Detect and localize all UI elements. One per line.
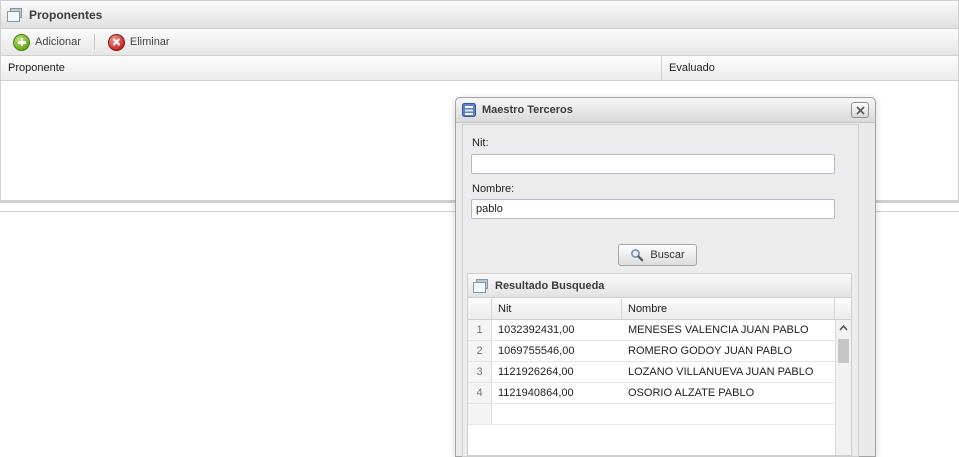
chevron-up-icon bbox=[839, 325, 848, 331]
cell-nombre: LOZANO VILLANUEVA JUAN PABLO bbox=[622, 362, 851, 382]
column-header-nit[interactable]: Nit bbox=[492, 298, 622, 319]
dialog-title: Maestro Terceros bbox=[482, 104, 845, 116]
proponentes-toolbar: Adicionar Eliminar bbox=[1, 29, 958, 56]
row-number: 3 bbox=[468, 362, 492, 382]
results-scrollbar[interactable] bbox=[835, 320, 851, 455]
column-header-rownum bbox=[468, 298, 492, 319]
results-window-icon bbox=[473, 279, 489, 293]
cell-nit: 1121926264,00 bbox=[492, 362, 622, 382]
adicionar-button[interactable]: Adicionar bbox=[7, 31, 87, 54]
panel-window-icon bbox=[7, 8, 23, 22]
table-row[interactable] bbox=[468, 404, 851, 425]
close-icon[interactable] bbox=[851, 102, 869, 118]
results-panel-title: Resultado Busqueda bbox=[495, 280, 604, 292]
row-number: 1 bbox=[468, 320, 492, 340]
buscar-button-label: Buscar bbox=[650, 249, 684, 261]
column-header-proponente[interactable]: Proponente bbox=[1, 56, 662, 80]
table-row[interactable]: 3 1121926264,00 LOZANO VILLANUEVA JUAN P… bbox=[468, 362, 851, 383]
nit-label: Nit: bbox=[472, 137, 489, 149]
dialog-body: Nit: Nombre: Buscar Resultado Busqueda N… bbox=[462, 124, 859, 457]
cell-nombre: ROMERO GODOY JUAN PABLO bbox=[622, 341, 851, 361]
cell-nit bbox=[492, 404, 622, 424]
row-number bbox=[468, 404, 492, 424]
scroll-up-icon[interactable] bbox=[836, 320, 851, 336]
column-header-evaluado[interactable]: Evaluado bbox=[662, 56, 958, 80]
close-x-glyph bbox=[856, 106, 865, 115]
toolbar-separator bbox=[94, 34, 95, 50]
results-panel-header: Resultado Busqueda bbox=[468, 274, 851, 298]
resultado-busqueda-panel: Resultado Busqueda Nit Nombre 1 10323924… bbox=[467, 273, 852, 456]
nombre-label: Nombre: bbox=[472, 183, 514, 195]
cell-nombre: MENESES VALENCIA JUAN PABLO bbox=[622, 320, 851, 340]
add-plus-icon bbox=[13, 34, 30, 51]
proponentes-panel-header: Proponentes bbox=[1, 1, 958, 29]
column-header-spacer bbox=[835, 298, 851, 319]
row-number: 2 bbox=[468, 341, 492, 361]
cell-nombre: OSORIO ALZATE PABLO bbox=[622, 383, 851, 403]
proponentes-grid-header: Proponente Evaluado bbox=[1, 56, 958, 81]
buscar-button[interactable]: Buscar bbox=[618, 244, 697, 266]
dialog-header[interactable]: Maestro Terceros bbox=[456, 98, 875, 123]
cell-nit: 1121940864,00 bbox=[492, 383, 622, 403]
column-header-nombre[interactable]: Nombre bbox=[622, 298, 835, 319]
eliminar-button[interactable]: Eliminar bbox=[102, 31, 176, 54]
adicionar-button-label: Adicionar bbox=[35, 36, 81, 48]
nombre-input[interactable] bbox=[471, 199, 835, 219]
cell-nit: 1032392431,00 bbox=[492, 320, 622, 340]
delete-x-icon bbox=[108, 34, 125, 51]
nit-input[interactable] bbox=[471, 154, 835, 174]
results-grid-body: 1 1032392431,00 MENESES VALENCIA JUAN PA… bbox=[468, 320, 851, 455]
table-row[interactable]: 4 1121940864,00 OSORIO ALZATE PABLO bbox=[468, 383, 851, 404]
cell-nombre bbox=[622, 404, 851, 424]
search-icon bbox=[630, 248, 644, 262]
cell-nit: 1069755546,00 bbox=[492, 341, 622, 361]
proponentes-panel-title: Proponentes bbox=[29, 8, 102, 22]
results-grid-header: Nit Nombre bbox=[468, 298, 851, 320]
table-row[interactable]: 1 1032392431,00 MENESES VALENCIA JUAN PA… bbox=[468, 320, 851, 341]
table-row[interactable]: 2 1069755546,00 ROMERO GODOY JUAN PABLO bbox=[468, 341, 851, 362]
maestro-terceros-dialog: Maestro Terceros Nit: Nombre: Buscar Res… bbox=[455, 97, 876, 457]
eliminar-button-label: Eliminar bbox=[130, 36, 170, 48]
row-number: 4 bbox=[468, 383, 492, 403]
dialog-form-icon bbox=[462, 103, 476, 117]
scrollbar-thumb[interactable] bbox=[838, 339, 849, 363]
